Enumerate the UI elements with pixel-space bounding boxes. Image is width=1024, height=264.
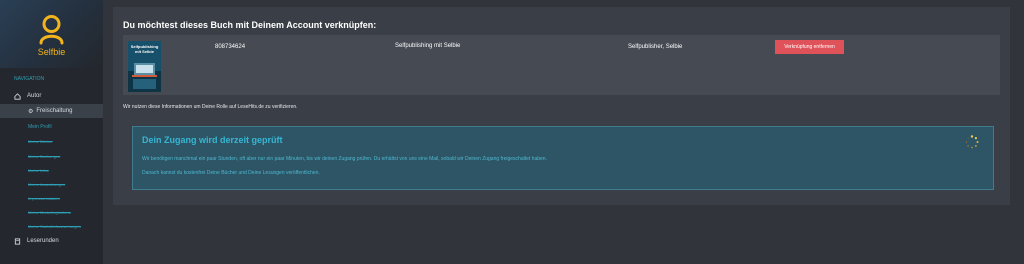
gear-icon: ⚙ [28, 108, 34, 115]
sidebar-item-freischaltung[interactable]: ⚙ Freischaltung [0, 104, 103, 118]
book-icon [14, 237, 21, 245]
home-icon [14, 92, 21, 100]
page-title: Du möchtest dieses Buch mit Deinem Accou… [123, 20, 377, 30]
loading-spinner-icon [965, 135, 979, 149]
sidebar-item-autor[interactable]: Autor [0, 89, 103, 103]
sidebar-item-buchungen[interactable]: Meine Buchungen [28, 154, 60, 159]
book-isbn: 808734624 [215, 44, 246, 50]
review-notice: Dein Zugang wird derzeit geprüft Wir ben… [132, 126, 994, 190]
sidebar-item-buecher[interactable]: Meine Bücher [28, 139, 53, 144]
sidebar-item-infos[interactable]: Meine Infos [28, 168, 49, 173]
sidebar-header: Selfbie [0, 0, 103, 68]
cover-title: Selfpublishing mit Selbie [130, 44, 159, 54]
sidebar-item-auszahlungen[interactable]: Meine Auszahlungen [28, 182, 65, 187]
sidebar-item-leserunden[interactable]: Leserunden [0, 234, 103, 248]
sidebar-item-profil[interactable]: Mein Profil [28, 124, 52, 130]
notice-text-secondary: Danach kannst du kostenfrei Deine Bücher… [142, 170, 320, 176]
remove-link-button[interactable]: Verknüpfung entfernen [775, 40, 844, 54]
sidebar-item-marketing[interactable]: Meine Marketingbuttons [28, 210, 71, 215]
sidebar-item-label: Freischaltung [36, 108, 73, 114]
sidebar-item-label: Autor [27, 93, 42, 99]
brand-name[interactable]: Selfbie [0, 47, 103, 57]
user-avatar-icon [39, 15, 64, 45]
book-author: Selfpublisher, Selbie [628, 44, 683, 50]
notice-title: Dein Zugang wird derzeit geprüft [142, 135, 283, 145]
sidebar: Selfbie NAVIGATION Autor ⚙ Freischaltung… [0, 0, 103, 264]
sidebar-item-statistik[interactable]: Meine Statistik-Auswertungen [28, 224, 81, 229]
notice-text: Wir benötigen manchmal ein paar Stunden,… [142, 156, 547, 162]
sidebar-item-impressum[interactable]: Impressumsdaten [28, 196, 60, 201]
sidebar-section-label: NAVIGATION [14, 76, 45, 82]
main-panel: Du möchtest dieses Buch mit Deinem Accou… [113, 7, 1010, 205]
book-cover-image: Selfpublishing mit Selbie [128, 41, 161, 92]
book-row: Selfpublishing mit Selbie 808734624 Self… [123, 35, 1000, 95]
book-title: Selfpublishing mit Selbie [395, 43, 461, 49]
sidebar-item-label: Leserunden [27, 238, 59, 244]
info-text: Wir nutzen diese Informationen um Deine … [123, 104, 298, 110]
